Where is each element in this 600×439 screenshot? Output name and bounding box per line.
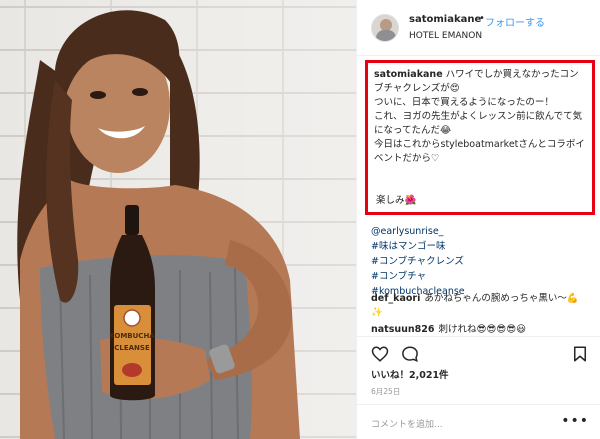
caption-line-3: これ、ヨガの先生がよくレッスン前に飲んでて気になってたんだ😂 — [374, 111, 583, 136]
hashtag[interactable]: #コンブチャクレンズ — [371, 254, 595, 269]
like-count[interactable]: いいね！2,021件 — [371, 367, 449, 381]
comment-continuation: ✨ — [371, 307, 383, 318]
action-bar — [357, 336, 600, 366]
caption-line-4: 今日はこれからstyleboatmarketさんとコラボイベントだから♡ — [374, 139, 585, 164]
heart-icon[interactable] — [371, 345, 389, 363]
comment-username[interactable]: natsuun826 — [371, 324, 435, 334]
hashtag-list: @earlysunrise_ #味はマンゴー味 #コンブチャクレンズ #コンブチ… — [371, 224, 595, 299]
comment-item: def_kaori あかねちゃんの腕めっちゃ黒い〜💪 — [371, 292, 595, 306]
post-header: satomiakane • フォローする HOTEL EMANON — [357, 0, 600, 56]
caption-text: satomiakane ハワイでしか買えなかったコンブチャクレンズが😍 ついに、日… — [374, 68, 586, 166]
comment-item: natsuun826 刺けれね😎😎😎😎😃 — [371, 323, 595, 334]
comment-icon[interactable] — [401, 345, 419, 363]
caption-highlight-box: satomiakane ハワイでしか買えなかったコンブチャクレンズが😍 ついに、日… — [365, 60, 595, 215]
bottle-label-bottom: CLEANSE — [114, 344, 150, 352]
comment-username[interactable]: def_kaori — [371, 293, 420, 304]
comment-text: 刺けれね😎😎😎😎😃 — [438, 324, 527, 334]
caption-tail: 楽しみ🌺 — [376, 195, 417, 206]
post-photo[interactable]: KOMBUCHA CLEANSE — [0, 0, 356, 439]
location-link[interactable]: HOTEL EMANON — [409, 31, 482, 41]
caption-line-2: ついに、日本で買えるようになったのー！ — [374, 97, 554, 108]
hashtag[interactable]: #味はマンゴー味 — [371, 239, 595, 254]
comment-input[interactable]: コメントを追加... — [371, 417, 443, 430]
comment-text: あかねちゃんの腕めっちゃ黒い〜💪 — [424, 293, 579, 304]
bookmark-icon[interactable] — [571, 345, 589, 363]
post-panel: satomiakane • フォローする HOTEL EMANON satomi… — [356, 0, 600, 439]
caption-username[interactable]: satomiakane — [374, 69, 443, 80]
hashtag[interactable]: #コンブチャ — [371, 269, 595, 284]
add-comment-bar: コメントを追加... ••• — [357, 404, 600, 439]
tag-mention[interactable]: @earlysunrise_ — [371, 224, 595, 239]
follow-button[interactable]: フォローする — [485, 14, 545, 29]
post-username[interactable]: satomiakane — [409, 14, 481, 25]
more-options-button[interactable]: ••• — [561, 413, 589, 429]
avatar[interactable] — [371, 14, 399, 42]
woman-with-bottle-illustration: KOMBUCHA CLEANSE — [17, 10, 300, 439]
post-date: 6月25日 — [371, 387, 401, 396]
bottle-label-top: KOMBUCHA — [109, 332, 155, 340]
